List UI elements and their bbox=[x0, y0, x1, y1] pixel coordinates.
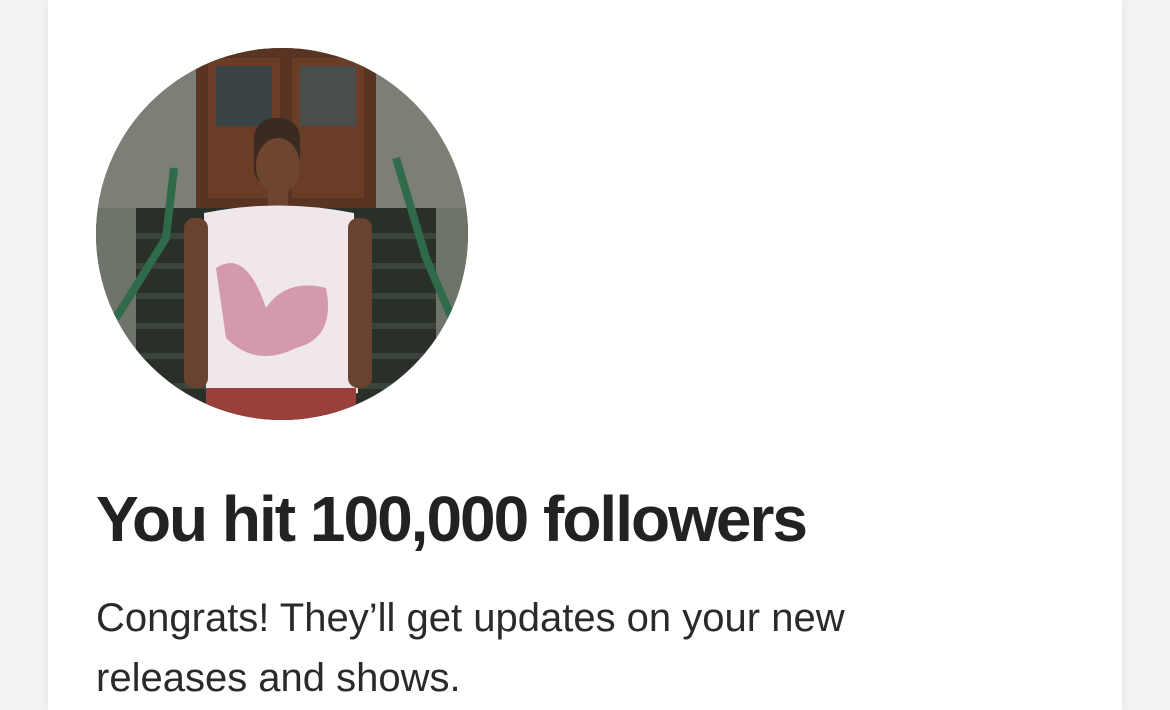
milestone-card: You hit 100,000 followers Congrats! They… bbox=[48, 0, 1122, 710]
milestone-title: You hit 100,000 followers bbox=[96, 483, 808, 555]
artist-avatar bbox=[96, 48, 468, 420]
artist-photo-icon bbox=[96, 48, 468, 420]
milestone-message: Congrats! They’ll get updates on your ne… bbox=[96, 596, 845, 700]
